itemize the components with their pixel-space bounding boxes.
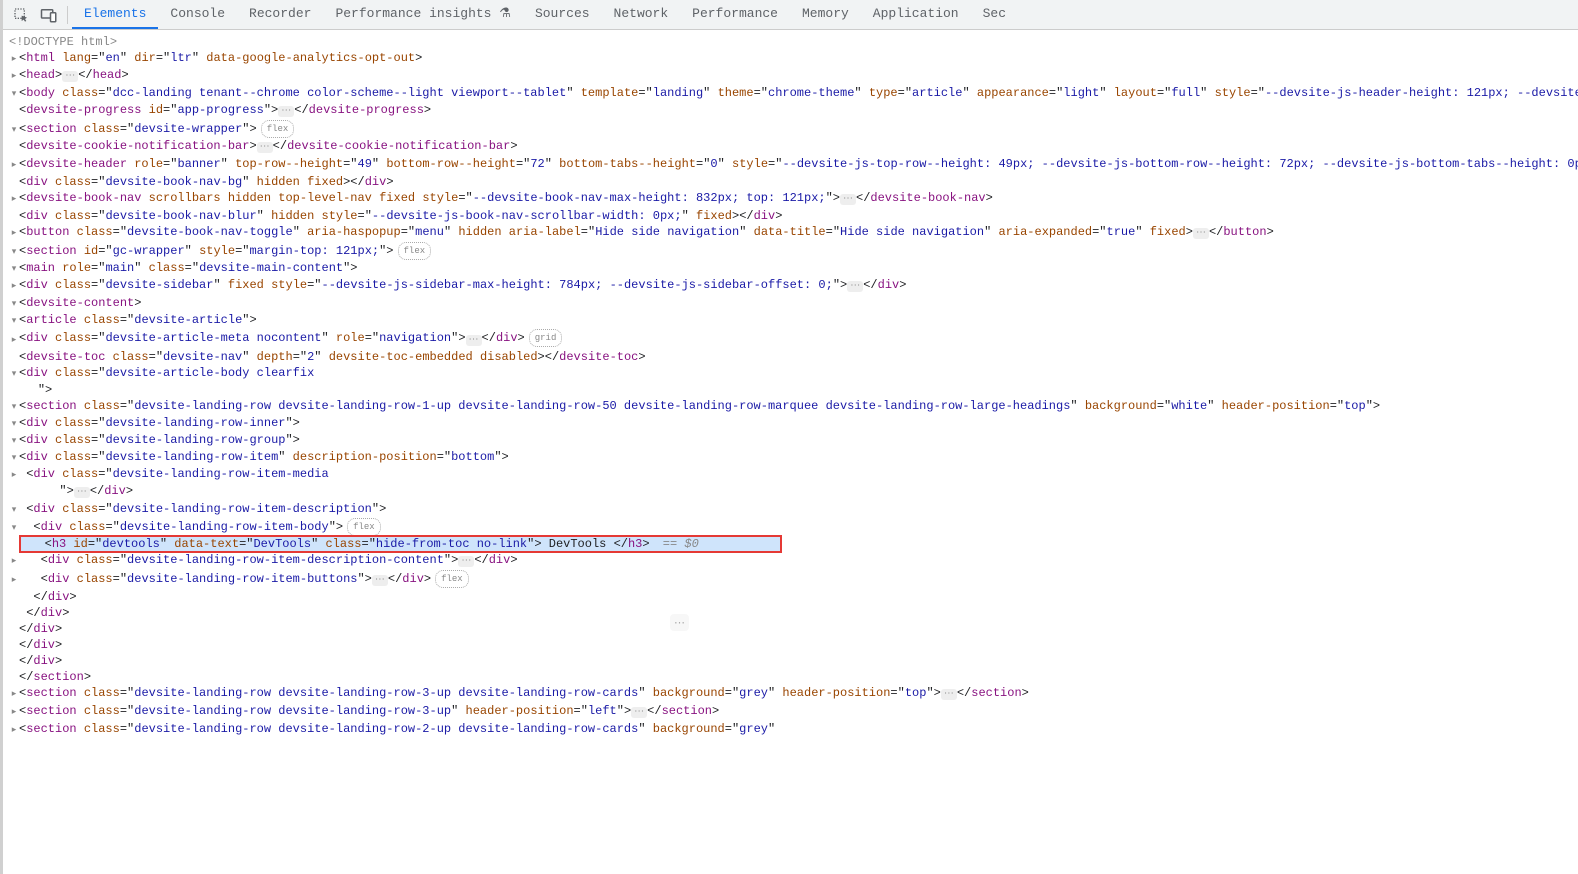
dom-node[interactable]: ▾ <div class="devsite-landing-row-item-d… xyxy=(9,501,1578,518)
dom-node[interactable]: ▸<section class="devsite-landing-row dev… xyxy=(9,703,1578,721)
dom-node[interactable]: ▸<html lang="en" dir="ltr" data-google-a… xyxy=(9,50,1578,67)
devtools-tab[interactable]: Memory xyxy=(790,0,861,29)
devtools-tab[interactable]: Console xyxy=(158,0,237,29)
dom-node[interactable]: ▸<div class="devsite-article-meta nocont… xyxy=(9,329,1578,348)
devtools-tab[interactable]: Sources xyxy=(523,0,602,29)
inspect-element-icon[interactable] xyxy=(7,3,35,27)
dom-node[interactable]: </div> xyxy=(9,605,1578,621)
dom-node[interactable]: ▾<div class="devsite-landing-row-inner"> xyxy=(9,415,1578,432)
dom-node[interactable]: ▾<section class="devsite-landing-row dev… xyxy=(9,398,1578,415)
site-topbar: Chrome for Developers English ▾ Sign in xyxy=(0,0,3,44)
dom-node[interactable]: ▸<section class="devsite-landing-row dev… xyxy=(9,721,1578,738)
dom-node[interactable]: <h3 id="devtools" data-text="DevTools" c… xyxy=(9,536,1578,552)
dom-node[interactable]: <devsite-progress id="app-progress">⋯</d… xyxy=(9,102,1578,120)
dom-node[interactable]: ▸ <div class="devsite-landing-row-item-m… xyxy=(9,466,1578,501)
dom-node[interactable]: ▾<section id="gc-wrapper" style="margin-… xyxy=(9,242,1578,260)
device-toolbar-icon[interactable] xyxy=(35,3,63,27)
devtools-tab[interactable]: Performance xyxy=(680,0,790,29)
more-actions-icon[interactable]: ⋯ xyxy=(670,614,689,631)
dom-node[interactable]: ▸<section class="devsite-landing-row dev… xyxy=(9,685,1578,703)
dom-node[interactable]: ▾<devsite-content> xyxy=(9,295,1578,312)
devtools-tab[interactable]: Performance insights ⚗ xyxy=(323,0,522,29)
devtools-tab[interactable]: Elements xyxy=(72,0,158,29)
dom-node[interactable]: <devsite-cookie-notification-bar>⋯</devs… xyxy=(9,138,1578,156)
devtools-toolbar: ElementsConsoleRecorderPerformance insig… xyxy=(3,0,1578,30)
dom-node[interactable]: ▾<main role="main" class="devsite-main-c… xyxy=(9,260,1578,277)
dom-node[interactable]: <devsite-toc class="devsite-nav" depth="… xyxy=(9,349,1578,365)
dom-node[interactable]: ▸ <div class="devsite-landing-row-item-b… xyxy=(9,570,1578,589)
dom-node[interactable]: ▾<article class="devsite-article"> xyxy=(9,312,1578,329)
dom-node[interactable]: <div class="devsite-book-nav-blur" hidde… xyxy=(9,208,1578,224)
dom-node[interactable]: ▾ <div class="devsite-landing-row-item-b… xyxy=(9,518,1578,536)
dom-node[interactable]: </section> xyxy=(9,669,1578,685)
dom-node[interactable]: ▸<devsite-header role="banner" top-row--… xyxy=(9,156,1578,174)
dom-node[interactable]: </div> xyxy=(9,589,1578,605)
dom-node[interactable]: ▾<div class="devsite-landing-row-group"> xyxy=(9,432,1578,449)
devtools-tabs: ElementsConsoleRecorderPerformance insig… xyxy=(72,0,1018,29)
dom-node[interactable]: ▸ <div class="devsite-landing-row-item-d… xyxy=(9,552,1578,570)
dom-node[interactable]: </div> xyxy=(9,653,1578,669)
dom-tree[interactable]: <!DOCTYPE html>▸<html lang="en" dir="ltr… xyxy=(3,30,1578,874)
dom-node[interactable]: ▸<head>⋯</head> xyxy=(9,67,1578,85)
dom-node[interactable]: ▾<div class="devsite-landing-row-item" d… xyxy=(9,449,1578,466)
dom-node[interactable]: ▾<body class="dcc-landing tenant--chrome… xyxy=(9,85,1578,102)
dom-node[interactable]: <!DOCTYPE html> xyxy=(9,34,1578,50)
dom-node[interactable]: </div> xyxy=(9,637,1578,653)
devtools-tab[interactable]: Sec xyxy=(971,0,1018,29)
dom-node[interactable]: <div class="devsite-book-nav-bg" hidden … xyxy=(9,174,1578,190)
devtools-tab[interactable]: Application xyxy=(861,0,971,29)
page-subheader: Chrome DevTools xyxy=(0,44,3,129)
dom-node[interactable]: ▸<button class="devsite-book-nav-toggle"… xyxy=(9,224,1578,242)
dom-node[interactable]: ▾<div class="devsite-article-body clearf… xyxy=(9,365,1578,398)
dom-node[interactable]: ▾<section class="devsite-wrapper">flex xyxy=(9,120,1578,138)
devtools-tab[interactable]: Recorder xyxy=(237,0,323,29)
dom-node[interactable]: </div> xyxy=(9,621,1578,637)
dom-node[interactable]: ▸<div class="devsite-sidebar" fixed styl… xyxy=(9,277,1578,295)
dom-node[interactable]: ▸<devsite-book-nav scrollbars hidden top… xyxy=(9,190,1578,208)
devtools-tab[interactable]: Network xyxy=(602,0,681,29)
